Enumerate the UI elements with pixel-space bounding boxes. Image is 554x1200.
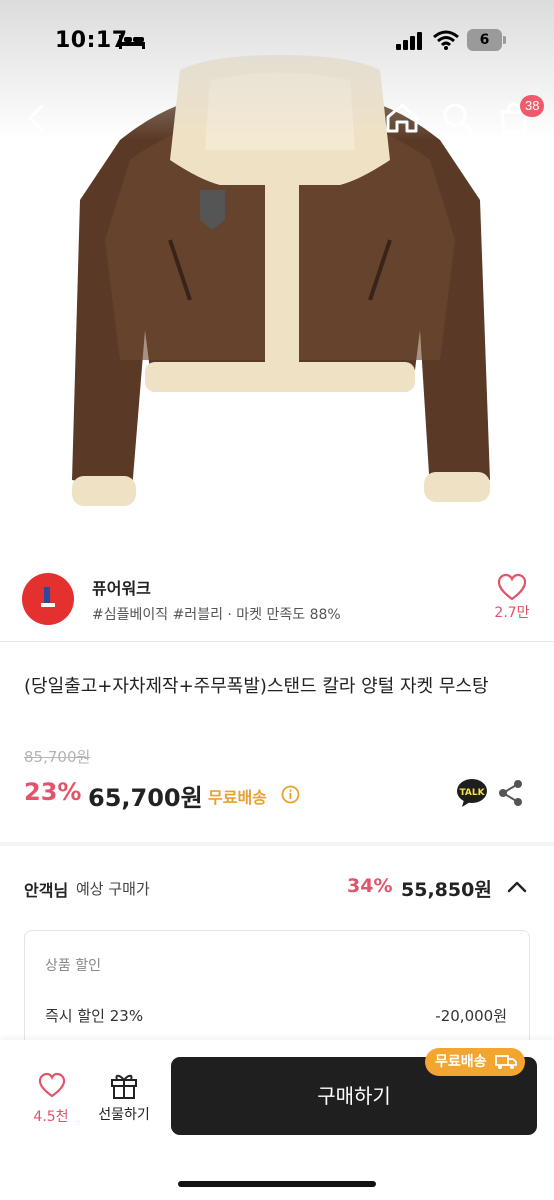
expected-price: 55,850원	[401, 879, 492, 901]
truck-icon	[495, 1055, 517, 1069]
instant-discount-label: 즉시 할인 23%	[45, 1007, 144, 1025]
free-shipping-badge-label: 무료배송	[435, 1054, 487, 1070]
discount-section-heading: 상품 할인	[45, 958, 101, 974]
heart-icon	[38, 1072, 66, 1098]
product-title: (당일출고+자차제작+주무폭발)스탠드 칼라 양털 자켓 무스탕	[24, 676, 489, 697]
sleep-focus-icon	[119, 35, 145, 49]
wifi-icon	[433, 30, 459, 50]
shop-like-count: 2.7만	[494, 605, 530, 621]
chevron-up-icon[interactable]	[504, 874, 530, 900]
svg-text:TALK: TALK	[459, 788, 485, 798]
info-icon[interactable]	[281, 785, 300, 804]
customer-name: 안객님	[24, 881, 69, 900]
share-icon[interactable]	[498, 779, 524, 807]
original-price: 85,700원	[24, 748, 91, 766]
like-button[interactable]: 4.5천	[22, 1068, 80, 1128]
shop-logo-mark-icon	[41, 587, 55, 607]
battery-icon: 6	[467, 29, 507, 51]
section-separator	[0, 842, 554, 846]
free-shipping-badge: 무료배송	[425, 1048, 525, 1076]
gift-label: 선물하기	[98, 1107, 150, 1123]
free-shipping-label: 무료배송	[208, 788, 267, 807]
gift-icon	[111, 1074, 137, 1099]
instant-discount-value: -20,000원	[435, 1007, 507, 1025]
shop-tags: #심플베이직 #러블리 · 마켓 만족도 88%	[92, 607, 341, 623]
expected-price-label: 예상 구매가	[76, 880, 150, 898]
gift-button[interactable]: 선물하기	[92, 1068, 156, 1128]
home-indicator	[178, 1181, 376, 1187]
cart-count-badge: 38	[520, 95, 545, 117]
status-bar: 10:17 6	[0, 0, 554, 80]
back-arrow-icon[interactable]	[16, 96, 60, 140]
kakao-talk-icon[interactable]: TALK	[456, 778, 488, 808]
sale-price: 65,700원	[88, 784, 203, 812]
shop-info-row[interactable]: 퓨어워크 #심플베이직 #러블리 · 마켓 만족도 88% 2.7만	[0, 560, 554, 642]
shop-follow-heart-icon[interactable]	[496, 572, 528, 602]
like-count: 4.5천	[33, 1109, 69, 1125]
shop-logo[interactable]	[22, 573, 74, 625]
home-icon[interactable]	[380, 96, 424, 140]
search-icon[interactable]	[436, 96, 480, 140]
expected-discount-rate: 34%	[347, 875, 393, 897]
shop-name[interactable]: 퓨어워크	[92, 575, 151, 599]
divider	[0, 641, 554, 642]
discount-rate: 23%	[24, 778, 82, 806]
cellular-signal-icon	[396, 32, 422, 50]
battery-level: 6	[479, 32, 490, 48]
status-time: 10:17	[55, 28, 128, 53]
product-image-area	[0, 0, 554, 545]
